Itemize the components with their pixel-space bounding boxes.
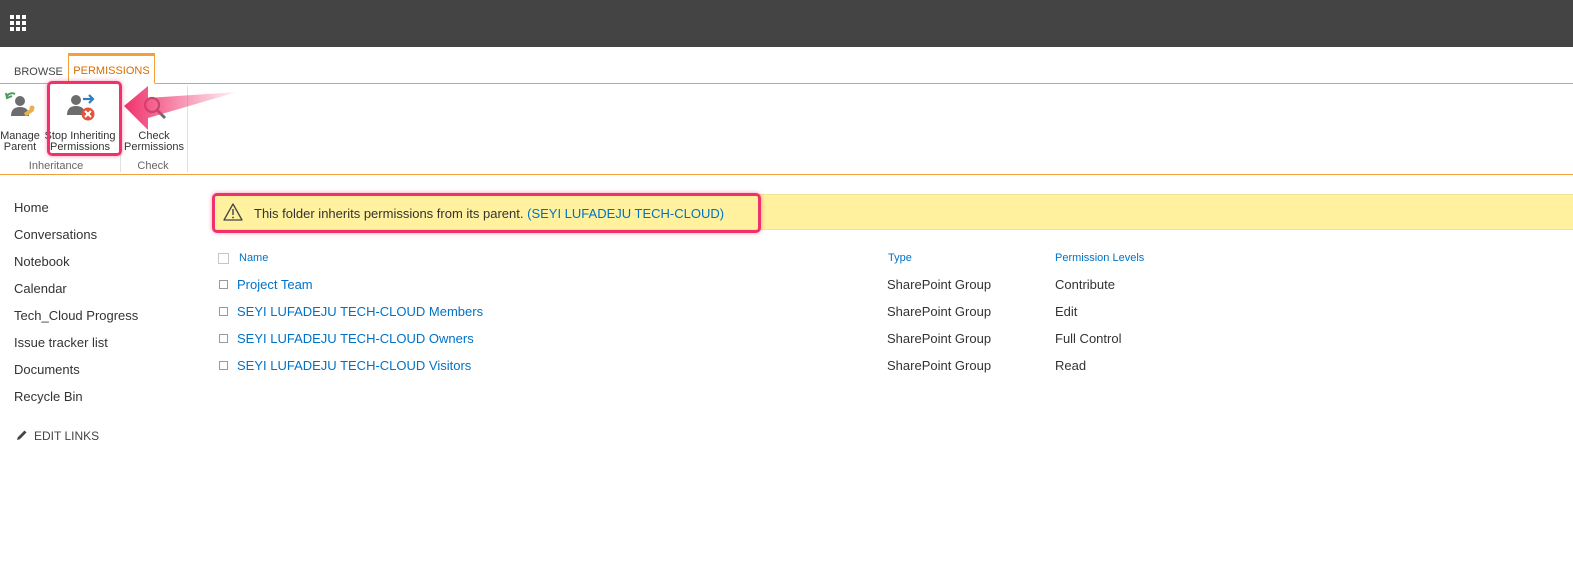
suite-bar: [0, 0, 1573, 47]
table-row: SEYI LUFADEJU TECH-CLOUD Visitors ShareP…: [216, 358, 1216, 385]
select-all-checkbox[interactable]: [218, 253, 229, 264]
ribbon-group-check: Check: [137, 160, 169, 172]
check-permissions-button[interactable]: Check Permissions: [124, 88, 184, 153]
nav-item-tech-cloud-progress[interactable]: Tech_Cloud Progress: [14, 308, 194, 335]
nav-item-issue-tracker-list[interactable]: Issue tracker list: [14, 335, 194, 362]
edit-links-label: EDIT LINKS: [34, 429, 100, 443]
nav-item-calendar[interactable]: Calendar: [14, 281, 194, 308]
row-checkbox[interactable]: [219, 280, 228, 289]
stop-inheriting-icon: [67, 94, 95, 121]
nav-item-conversations[interactable]: Conversations: [14, 227, 194, 254]
inheritance-notice: This folder inherits permissions from it…: [215, 194, 1573, 230]
group-type: SharePoint Group: [887, 331, 992, 346]
notice-text-wrap: This folder inherits permissions from it…: [254, 206, 724, 221]
manage-parent-label-line2: Parent: [3, 141, 37, 153]
column-header-type[interactable]: Type: [888, 252, 912, 264]
check-permissions-icon: [143, 96, 167, 120]
stop-inheriting-permissions-button[interactable]: Stop Inheriting Permissions: [44, 88, 116, 153]
group-name-link[interactable]: Project Team: [237, 277, 313, 292]
nav-item-recycle-bin[interactable]: Recycle Bin: [14, 389, 194, 416]
ribbon-group-inheritance: Inheritance: [28, 160, 84, 172]
ribbon-group-separator: [120, 86, 121, 172]
pencil-icon: [17, 430, 27, 440]
ribbon: Manage Parent Stop Inheriting Permission…: [0, 84, 1573, 175]
group-type: SharePoint Group: [887, 277, 992, 292]
check-permissions-label-line2: Permissions: [124, 141, 184, 153]
table-row: SEYI LUFADEJU TECH-CLOUD Owners SharePoi…: [216, 331, 1216, 358]
manage-parent-icon: [5, 92, 35, 117]
row-checkbox[interactable]: [219, 307, 228, 316]
ribbon-tab-row: BROWSE PERMISSIONS: [0, 47, 1573, 84]
row-checkbox[interactable]: [219, 334, 228, 343]
quick-launch-nav: Home Conversations Notebook Calendar Tec…: [14, 200, 194, 416]
group-type: SharePoint Group: [887, 358, 992, 373]
waffle-icon[interactable]: [10, 15, 26, 31]
tab-browse[interactable]: BROWSE: [14, 66, 63, 78]
row-checkbox[interactable]: [219, 361, 228, 370]
permission-level: Full Control: [1055, 331, 1122, 346]
column-header-permission-levels[interactable]: Permission Levels: [1055, 252, 1144, 264]
table-row: SEYI LUFADEJU TECH-CLOUD Members SharePo…: [216, 304, 1216, 331]
permission-level: Contribute: [1055, 277, 1115, 292]
notice-text: This folder inherits permissions from it…: [254, 206, 524, 221]
permission-level: Read: [1055, 358, 1087, 373]
edit-links-button[interactable]: EDIT LINKS: [16, 429, 99, 443]
group-name-link[interactable]: SEYI LUFADEJU TECH-CLOUD Owners: [237, 331, 474, 346]
permission-level: Edit: [1055, 304, 1078, 319]
ribbon-group-separator: [187, 86, 188, 172]
table-row: Project Team SharePoint Group Contribute: [216, 277, 1216, 304]
column-header-name[interactable]: Name: [239, 252, 268, 264]
manage-parent-button[interactable]: Manage Parent: [0, 88, 40, 153]
tab-permissions[interactable]: PERMISSIONS: [68, 53, 155, 84]
nav-item-documents[interactable]: Documents: [14, 362, 194, 389]
group-type: SharePoint Group: [887, 304, 992, 319]
warning-icon: [223, 203, 243, 221]
parent-site-link[interactable]: (SEYI LUFADEJU TECH-CLOUD): [527, 206, 724, 221]
group-name-link[interactable]: SEYI LUFADEJU TECH-CLOUD Visitors: [237, 358, 471, 373]
nav-item-home[interactable]: Home: [14, 200, 194, 227]
table-header-row: Name Type Permission Levels: [216, 250, 1216, 277]
stop-inheriting-label-line2: Permissions: [50, 141, 110, 153]
group-name-link[interactable]: SEYI LUFADEJU TECH-CLOUD Members: [237, 304, 483, 319]
nav-item-notebook[interactable]: Notebook: [14, 254, 194, 281]
